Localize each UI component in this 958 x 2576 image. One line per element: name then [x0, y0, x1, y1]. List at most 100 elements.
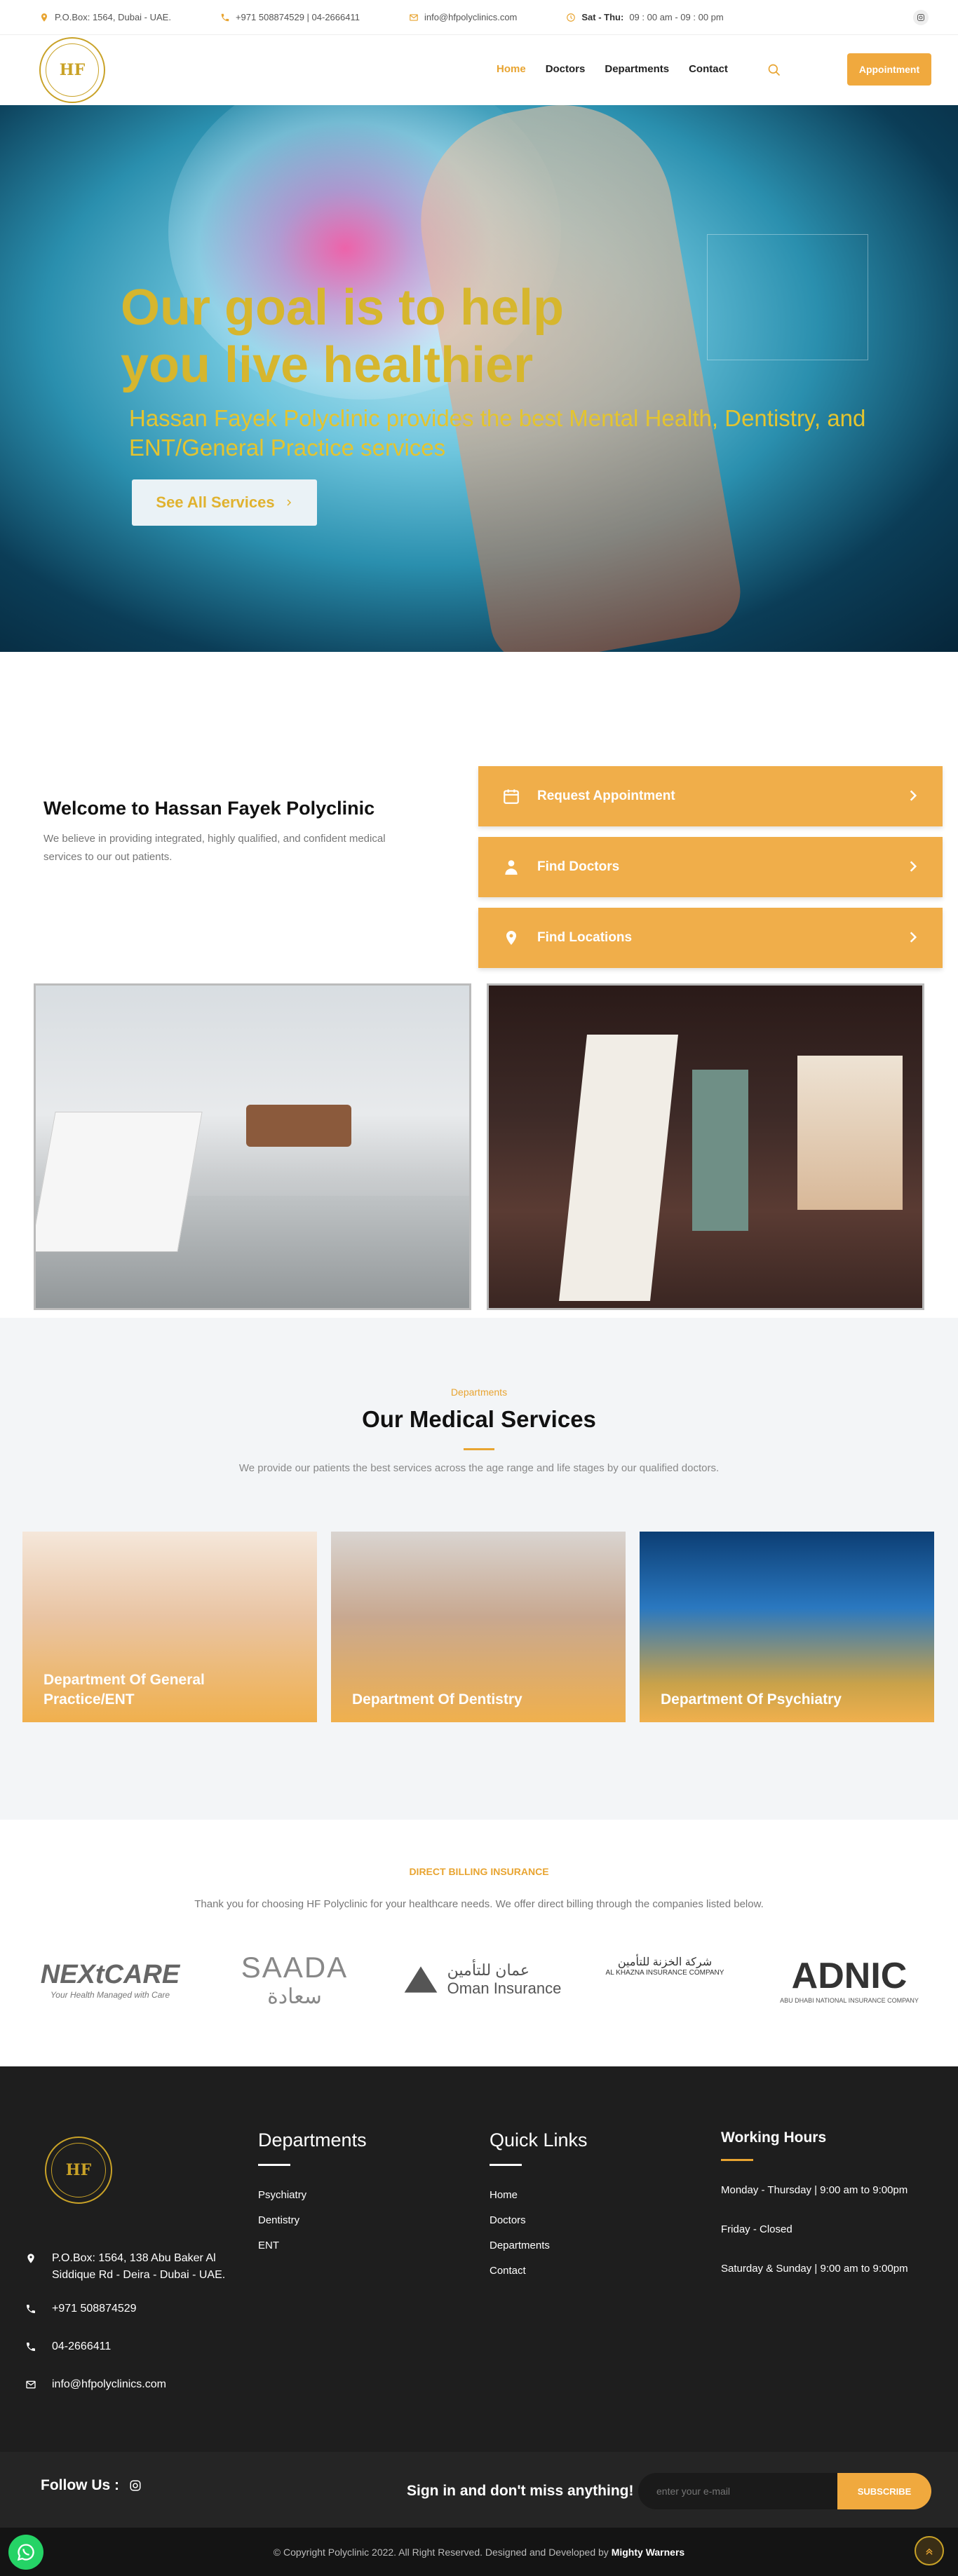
calendar-icon [501, 786, 522, 807]
see-all-services-label: See All Services [156, 493, 275, 511]
newsletter-email-input[interactable] [638, 2473, 839, 2509]
footer-phone1-text: +971 508874529 [52, 2303, 137, 2315]
scroll-top-button[interactable] [915, 2536, 944, 2565]
footer-link-ent[interactable]: ENT [258, 2233, 367, 2258]
request-appointment-link[interactable]: Request Appointment [478, 766, 943, 826]
subscribe-button[interactable]: SUBSCRIBE [837, 2473, 931, 2509]
insurer-logo-nextcare: NEXtCARE Your Health Managed with Care [36, 1939, 184, 2020]
footer-link-doctors[interactable]: Doctors [490, 2208, 588, 2233]
topbar-email-text: info@hfpolyclinics.com [424, 12, 518, 22]
hero-title-line2: you live healthier [121, 337, 534, 393]
find-locations-link[interactable]: Find Locations [478, 908, 943, 968]
service-card-label: Department Of Dentistry [352, 1691, 522, 1708]
service-card-general-ent[interactable]: Department Of General Practice/ENT [22, 1532, 317, 1722]
mail-icon [26, 2380, 36, 2389]
hero-neuron-graphic [707, 234, 868, 360]
developer-link[interactable]: Mighty Warners [612, 2547, 685, 2558]
doctor-icon [501, 857, 522, 878]
copyright-bar: © Copyright Polyclinic 2022. All Right R… [0, 2528, 958, 2576]
insurer-logo-oman: عمان للتأمين Oman Insurance [397, 1939, 565, 2020]
footer-link-departments[interactable]: Departments [490, 2233, 588, 2258]
whatsapp-icon[interactable] [8, 2535, 43, 2570]
chevron-up-icon [926, 2548, 933, 2555]
footer-phone1[interactable]: +971 508874529 [25, 2301, 137, 2317]
services-section: Departments Our Medical Services We prov… [0, 1318, 958, 1820]
see-all-services-button[interactable]: See All Services [132, 479, 317, 526]
topbar-hours-label: Sat - Thu: [581, 12, 624, 22]
billing-desc: Thank you for choosing HF Polyclinic for… [194, 1898, 764, 1910]
footer-link-psychiatry[interactable]: Psychiatry [258, 2183, 367, 2208]
oman-insurance-mark-icon [404, 1966, 438, 1993]
nav-departments[interactable]: Departments [605, 63, 669, 75]
footer-email[interactable]: info@hfpolyclinics.com [25, 2376, 166, 2393]
service-card-psychiatry[interactable]: Department Of Psychiatry [640, 1532, 934, 1722]
chevron-right-icon [910, 790, 917, 801]
mail-icon [410, 13, 418, 21]
footer-link-home[interactable]: Home [490, 2183, 588, 2208]
chevron-right-icon [287, 499, 291, 506]
insurer-logo-saada: SAADA سعادة [231, 1939, 358, 2020]
welcome-text: We believe in providing integrated, high… [43, 833, 386, 863]
location-pin-icon [27, 2254, 34, 2263]
phone-icon [221, 13, 229, 21]
service-card-dentistry[interactable]: Department Of Dentistry [331, 1532, 626, 1722]
footer: HF P.O.Box: 1564, 138 Abu Baker Al Siddi… [0, 2066, 958, 2452]
phone-icon [27, 2305, 35, 2313]
topbar-phone[interactable]: +971 508874529 | 04-2666411 [220, 12, 360, 22]
nav-contact[interactable]: Contact [689, 63, 728, 75]
insurer-tagline: عمان للتأمين [447, 1961, 529, 1979]
clock-icon [567, 13, 576, 22]
footer-hours-row: Saturday & Sunday | 9:00 am to 9:00pm [721, 2263, 908, 2275]
nav-home[interactable]: Home [497, 63, 526, 75]
service-card-label: Department Of General Practice/ENT [43, 1672, 205, 1708]
insurer-tagline: سعادة [267, 1984, 322, 2008]
clinic-logo[interactable]: HF [39, 37, 105, 103]
footer-link-dentistry[interactable]: Dentistry [258, 2208, 367, 2233]
insurer-name: SAADA [241, 1950, 349, 1984]
insurer-logo-alkhazna: شركة الخزنة للتأمين AL KHAZNA INSURANCE … [582, 1925, 748, 2006]
footer-quicklinks: Quick Links Home Doctors Departments Con… [490, 2129, 588, 2284]
footer-departments-title: Departments [258, 2129, 367, 2151]
divider [490, 2164, 522, 2166]
search-icon[interactable] [767, 63, 781, 77]
instagram-icon[interactable] [913, 10, 929, 25]
divider [258, 2164, 290, 2166]
insurer-logo-adnic: ADNIC ABU DHABI NATIONAL INSURANCE COMPA… [762, 1939, 937, 2020]
hero-title-line1: Our goal is to help [121, 280, 565, 336]
insurer-name: ADNIC [791, 1956, 908, 1996]
location-pin-icon [41, 13, 48, 22]
insurer-name: AL KHAZNA INSURANCE COMPANY [605, 1968, 724, 1977]
nav-doctors[interactable]: Doctors [546, 63, 586, 75]
footer-quicklinks-title: Quick Links [490, 2129, 588, 2151]
billing-section: DIRECT BILLING INSURANCE Thank you for c… [0, 1820, 958, 2066]
footer-hours-title: Working Hours [721, 2129, 827, 2146]
location-pin-icon [501, 927, 522, 948]
footer-phone2-text: 04-2666411 [52, 2340, 112, 2352]
appointment-button[interactable]: Appointment [847, 53, 931, 86]
footer-logo[interactable]: HF [45, 2137, 112, 2204]
hero-title: Our goal is to help you live healthier [121, 279, 612, 394]
divider [464, 1448, 494, 1450]
topbar-phone-text: +971 508874529 | 04-2666411 [235, 12, 360, 22]
instagram-icon[interactable] [129, 2479, 142, 2492]
find-doctors-link[interactable]: Find Doctors [478, 837, 943, 897]
footer-hours-row: Friday - Closed [721, 2223, 792, 2235]
navbar: HF Home Doctors Departments Contact Appo… [0, 35, 958, 105]
services-title: Our Medical Services [362, 1406, 596, 1432]
newsletter-heading: Sign in and don't miss anything! [407, 2483, 634, 2499]
billing-title: DIRECT BILLING INSURANCE [409, 1866, 549, 1877]
phone-icon [27, 2343, 35, 2351]
footer-address: P.O.Box: 1564, 138 Abu Baker Al Siddique… [25, 2250, 250, 2284]
follow-us: Follow Us : [41, 2477, 142, 2494]
logo-monogram: HF [51, 2143, 106, 2197]
find-doctors-label: Find Doctors [537, 859, 620, 874]
hero-banner: Our goal is to help you live healthier H… [0, 105, 958, 652]
footer-email-text: info@hfpolyclinics.com [52, 2378, 166, 2390]
topbar-email[interactable]: info@hfpolyclinics.com [409, 12, 517, 22]
request-appointment-label: Request Appointment [537, 789, 675, 803]
footer-link-contact[interactable]: Contact [490, 2258, 588, 2284]
topbar-address: P.O.Box: 1564, Dubai - UAE. [39, 12, 171, 22]
footer-phone2[interactable]: 04-2666411 [25, 2338, 111, 2355]
footer-working-hours: Working Hours Monday - Thursday | 9:00 a… [721, 2129, 945, 2296]
insurer-tagline: ABU DHABI NATIONAL INSURANCE COMPANY [780, 1997, 919, 2004]
